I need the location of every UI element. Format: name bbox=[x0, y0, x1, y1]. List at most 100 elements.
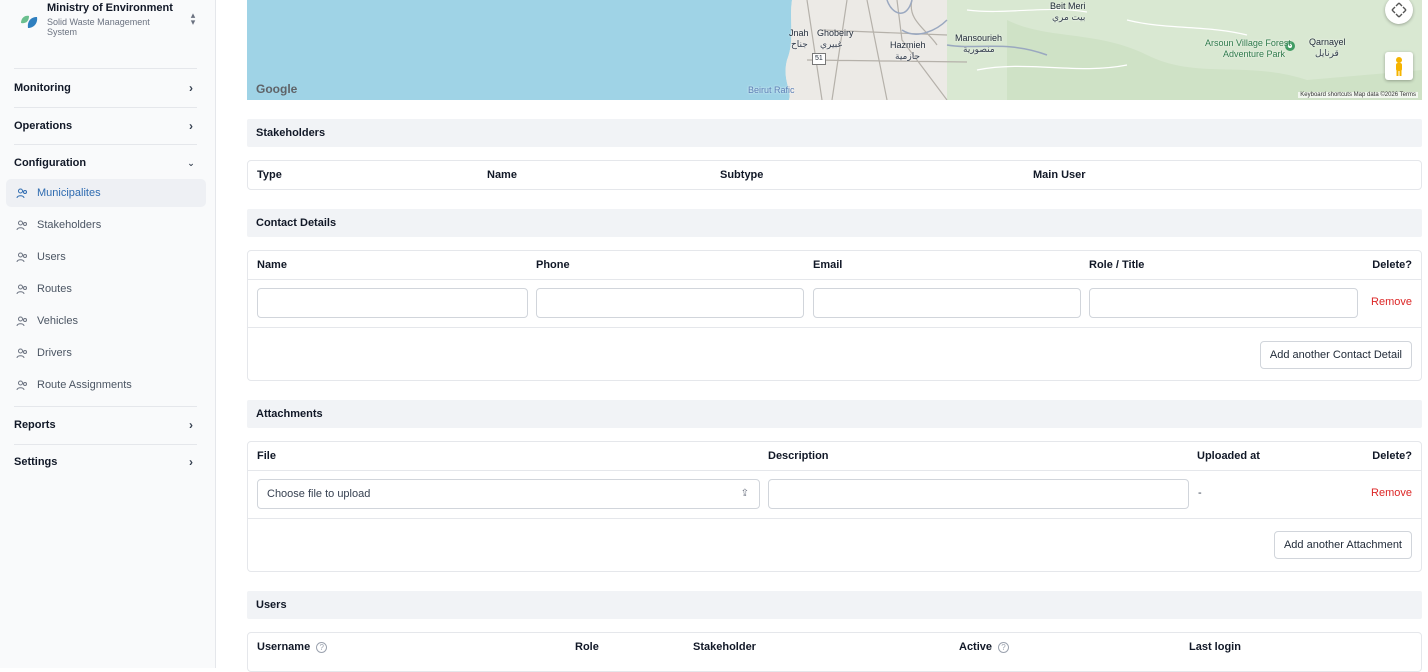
users-icon bbox=[16, 220, 27, 231]
org-title: Ministry of Environment bbox=[47, 2, 173, 14]
nav-group-configuration[interactable]: Configuration ⌄ bbox=[14, 153, 197, 173]
nav-group-reports[interactable]: Reports › bbox=[14, 415, 197, 435]
users-table: Username? Role Stakeholder Active? Last … bbox=[247, 632, 1422, 672]
map-label: Jnah bbox=[789, 28, 809, 38]
nav-group-label: Configuration bbox=[14, 157, 87, 169]
users-icon bbox=[16, 316, 27, 327]
section-title-contacts: Contact Details bbox=[247, 209, 1422, 237]
nav-group-monitoring[interactable]: Monitoring › bbox=[14, 78, 197, 98]
sidebar: Ministry of Environment Solid Waste Mana… bbox=[0, 0, 216, 668]
divider bbox=[14, 107, 197, 108]
divider bbox=[248, 470, 1421, 471]
chevron-right-icon: › bbox=[189, 455, 193, 469]
column-header: Last login bbox=[1189, 641, 1241, 653]
column-header: Name bbox=[487, 169, 517, 181]
chevron-up-down-icon[interactable]: ▴ ▾ bbox=[187, 11, 199, 28]
google-logo: Google bbox=[256, 82, 298, 96]
sidebar-item-label: Vehicles bbox=[37, 315, 78, 327]
remove-attachment-link[interactable]: Remove bbox=[1371, 487, 1412, 499]
file-upload-placeholder: Choose file to upload bbox=[267, 488, 371, 500]
column-header: Stakeholder bbox=[693, 641, 756, 653]
help-circle-icon[interactable]: ? bbox=[998, 641, 1010, 653]
map-label: منصورية bbox=[963, 44, 995, 54]
stakeholders-table: Type Name Subtype Main User bbox=[247, 160, 1422, 190]
column-header: Main User bbox=[1033, 169, 1086, 181]
fullscreen-icon[interactable] bbox=[1385, 0, 1413, 24]
sidebar-item-route-assignments[interactable]: Route Assignments bbox=[6, 371, 206, 399]
map-label: Beirut Rafic bbox=[748, 85, 795, 95]
divider bbox=[14, 68, 197, 69]
sidebar-item-vehicles[interactable]: Vehicles bbox=[6, 307, 206, 335]
nav-group-label: Operations bbox=[14, 120, 73, 132]
column-header: Description bbox=[768, 450, 829, 462]
org-switcher[interactable]: Ministry of Environment Solid Waste Mana… bbox=[6, 0, 210, 46]
chevron-down-icon: ⌄ bbox=[187, 157, 195, 168]
column-header: Delete? bbox=[1372, 450, 1412, 462]
column-header-label: Active bbox=[959, 641, 993, 653]
users-icon bbox=[16, 284, 27, 295]
nav-group-label: Reports bbox=[14, 419, 56, 431]
pegman-icon[interactable] bbox=[1385, 52, 1413, 80]
leaf-logo-icon bbox=[21, 15, 38, 28]
chevron-right-icon: › bbox=[189, 81, 193, 95]
remove-contact-link[interactable]: Remove bbox=[1371, 296, 1412, 308]
column-header: Delete? bbox=[1372, 259, 1412, 271]
map-attribution[interactable]: Keyboard shortcuts Map data ©2026 Terms bbox=[1298, 92, 1418, 98]
chevron-right-icon: › bbox=[189, 418, 193, 432]
divider bbox=[248, 279, 1421, 280]
map-label: Mansourieh bbox=[955, 33, 1003, 43]
contact-name-input[interactable] bbox=[257, 288, 528, 318]
column-header-username: Username? bbox=[257, 641, 328, 653]
add-contact-button[interactable]: Add another Contact Detail bbox=[1259, 341, 1412, 369]
column-header: Name bbox=[257, 259, 287, 271]
divider bbox=[14, 444, 197, 445]
map-label: Hazmieh bbox=[890, 40, 926, 50]
upload-icon: ⇪ bbox=[740, 488, 749, 499]
column-header: Phone bbox=[536, 259, 570, 271]
map-label: حازمية bbox=[895, 51, 921, 61]
map[interactable]: Beit Meri بيت مري Jnah Ghobeiry جناح غبي… bbox=[247, 0, 1422, 100]
divider bbox=[14, 406, 197, 407]
map-label: بيت مري bbox=[1052, 12, 1086, 22]
nav-group-label: Monitoring bbox=[14, 82, 71, 94]
sidebar-item-users[interactable]: Users bbox=[6, 243, 206, 271]
section-title-attachments: Attachments bbox=[247, 400, 1422, 428]
file-upload-input[interactable]: Choose file to upload ⇪ bbox=[257, 479, 760, 509]
divider bbox=[248, 518, 1421, 519]
sidebar-item-label: Municipalites bbox=[37, 187, 101, 199]
help-circle-icon[interactable]: ? bbox=[316, 641, 328, 653]
add-attachment-button[interactable]: Add another Attachment bbox=[1273, 531, 1412, 559]
map-label: Qarnayel bbox=[1309, 37, 1346, 47]
sidebar-item-municipalities[interactable]: Municipalites bbox=[6, 179, 206, 207]
column-header: Type bbox=[257, 169, 282, 181]
map-label: Arsoun Village Forest bbox=[1205, 38, 1291, 48]
sidebar-item-label: Drivers bbox=[37, 347, 72, 359]
contact-phone-input[interactable] bbox=[536, 288, 804, 318]
sidebar-item-stakeholders[interactable]: Stakeholders bbox=[6, 211, 206, 239]
section-title-stakeholders: Stakeholders bbox=[247, 119, 1422, 147]
sidebar-item-routes[interactable]: Routes bbox=[6, 275, 206, 303]
sidebar-item-label: Stakeholders bbox=[37, 219, 102, 231]
chevron-right-icon: › bbox=[189, 119, 193, 133]
attachments-table: File Description Uploaded at Delete? Cho… bbox=[247, 441, 1422, 572]
column-header: File bbox=[257, 450, 276, 462]
contact-email-input[interactable] bbox=[813, 288, 1081, 318]
uploaded-at-value: - bbox=[1198, 487, 1202, 499]
road-shield: 51 bbox=[812, 53, 826, 65]
map-label: جناح bbox=[791, 39, 808, 49]
divider bbox=[14, 144, 197, 145]
column-header-label: Username bbox=[257, 641, 311, 653]
column-header-active: Active? bbox=[959, 641, 1010, 653]
sidebar-item-label: Route Assignments bbox=[37, 379, 132, 391]
nav-group-label: Settings bbox=[14, 456, 58, 468]
map-label: قرنايل bbox=[1315, 48, 1339, 58]
contacts-table: Name Phone Email Role / Title Delete? Re… bbox=[247, 250, 1422, 381]
sidebar-item-drivers[interactable]: Drivers bbox=[6, 339, 206, 367]
nav-group-settings[interactable]: Settings › bbox=[14, 452, 197, 472]
users-icon bbox=[16, 188, 27, 199]
section-title-users: Users bbox=[247, 591, 1422, 619]
attachment-description-input[interactable] bbox=[768, 479, 1189, 509]
map-label: غبيري bbox=[820, 39, 843, 49]
nav-group-operations[interactable]: Operations › bbox=[14, 116, 197, 136]
contact-role-input[interactable] bbox=[1089, 288, 1358, 318]
